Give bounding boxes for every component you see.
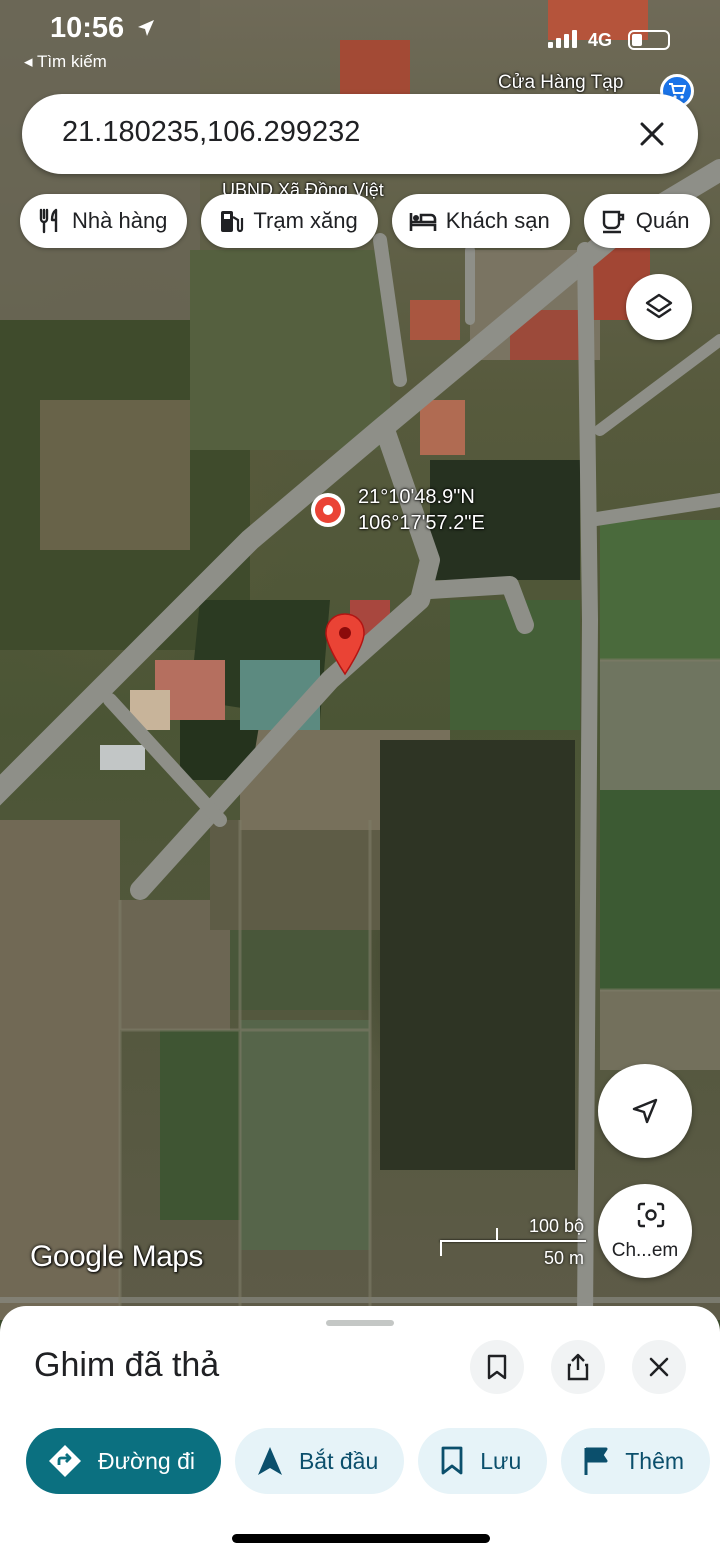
gas-station-icon bbox=[221, 211, 244, 233]
add-label-label: Thêm bbox=[625, 1447, 685, 1474]
hotel-icon bbox=[409, 213, 437, 231]
bookmark-icon bbox=[441, 1446, 463, 1475]
category-chips: Nhà hàng Trạm xăng Khách sạn Quán bbox=[20, 194, 710, 248]
cafe-icon bbox=[602, 210, 624, 234]
my-location-button[interactable] bbox=[598, 1064, 692, 1158]
start-label: Bắt đầu bbox=[298, 1447, 379, 1474]
coordinate-longitude: 106°17'57.2"E bbox=[358, 512, 485, 534]
scale-imperial: 100 bộ bbox=[528, 1216, 584, 1236]
add-label-button[interactable]: Thêm bbox=[561, 1428, 711, 1494]
camera-search-icon bbox=[637, 1202, 665, 1228]
signal-icon bbox=[548, 30, 577, 48]
directions-icon bbox=[49, 1445, 81, 1477]
lens-label: Ch...em bbox=[611, 1240, 679, 1261]
share-button[interactable] bbox=[551, 1340, 605, 1394]
chip-label: Khách sạn bbox=[445, 208, 550, 233]
status-bar: 10:56 ◂ Tìm kiếm 4G bbox=[0, 0, 720, 80]
status-time: 10:56 bbox=[50, 12, 125, 44]
chip-label: Nhà hàng bbox=[72, 208, 168, 233]
home-indicator bbox=[232, 1534, 490, 1543]
close-icon bbox=[649, 1357, 669, 1377]
search-input[interactable]: 21.180235,106.299232 bbox=[62, 116, 360, 149]
share-icon bbox=[567, 1353, 589, 1381]
flag-icon bbox=[584, 1447, 608, 1475]
close-icon bbox=[640, 122, 664, 146]
chip-label: Trạm xăng bbox=[253, 208, 358, 233]
sheet-drag-handle[interactable] bbox=[326, 1320, 394, 1326]
navigation-arrow-icon bbox=[632, 1098, 658, 1124]
chip-restaurants[interactable]: Nhà hàng bbox=[20, 194, 188, 248]
bookmark-icon bbox=[487, 1354, 507, 1380]
search-bar[interactable]: 21.180235,106.299232 bbox=[22, 94, 698, 174]
save-bookmark-button[interactable] bbox=[470, 1340, 524, 1394]
chip-label: Quán bbox=[635, 208, 690, 233]
google-maps-logo: Google Maps bbox=[30, 1240, 203, 1273]
save-label: Lưu bbox=[480, 1447, 522, 1474]
start-button[interactable]: Bắt đầu bbox=[234, 1428, 405, 1494]
save-button[interactable]: Lưu bbox=[418, 1428, 548, 1494]
chip-hotels[interactable]: Khách sạn bbox=[391, 194, 570, 248]
sheet-title: Ghim đã thả bbox=[34, 1346, 220, 1384]
coordinate-label: 21°10'48.9"N 106°17'57.2"E bbox=[358, 484, 485, 536]
map-scale: 100 bộ 50 m bbox=[440, 1216, 586, 1276]
scale-metric: 50 m bbox=[543, 1248, 584, 1268]
action-buttons: Đường đi Bắt đầu Lưu Thêm bbox=[26, 1428, 711, 1494]
layers-button[interactable] bbox=[626, 274, 692, 340]
network-type: 4G bbox=[588, 30, 613, 50]
back-to-search-link[interactable]: ◂ Tìm kiếm bbox=[24, 52, 107, 72]
coordinate-latitude: 21°10'48.9"N bbox=[358, 486, 475, 508]
layers-icon bbox=[645, 293, 673, 319]
lens-search-button[interactable]: Ch...em bbox=[598, 1184, 692, 1278]
coordinate-marker-icon[interactable] bbox=[308, 490, 348, 530]
place-bottom-sheet[interactable]: Ghim đã thả Đường đi Bắt đầu Lưu Thêm bbox=[0, 1306, 720, 1558]
close-sheet-button[interactable] bbox=[632, 1340, 686, 1394]
battery-icon bbox=[628, 30, 670, 50]
directions-button[interactable]: Đường đi bbox=[26, 1428, 221, 1494]
navigation-arrow-icon bbox=[257, 1447, 282, 1475]
location-arrow-icon bbox=[138, 20, 154, 36]
chip-gas-stations[interactable]: Trạm xăng bbox=[201, 194, 378, 248]
clear-search-button[interactable] bbox=[630, 112, 674, 156]
chip-cafes[interactable]: Quán bbox=[583, 194, 710, 248]
dropped-pin-icon[interactable] bbox=[324, 612, 366, 676]
restaurant-icon bbox=[39, 208, 58, 234]
directions-label: Đường đi bbox=[98, 1447, 195, 1474]
